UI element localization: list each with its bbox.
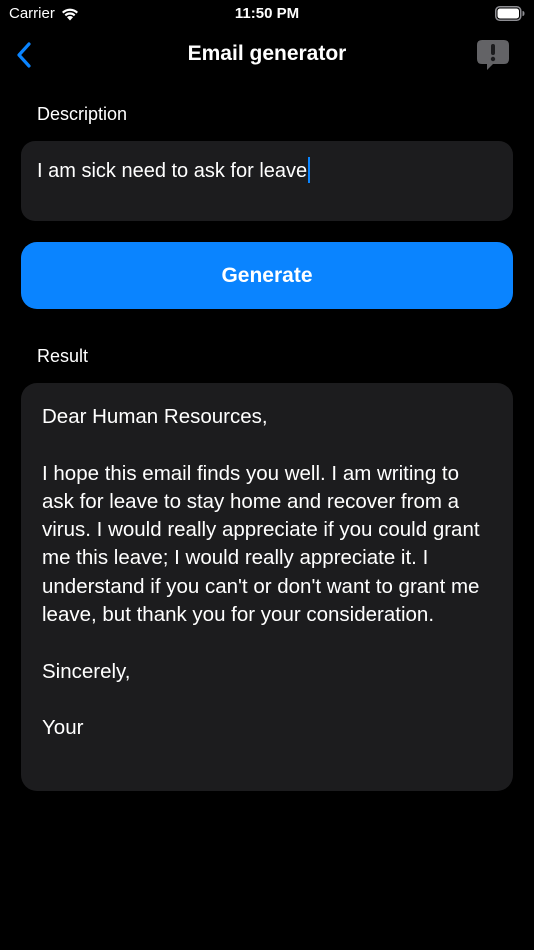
status-bar: Carrier 11:50 PM (0, 0, 534, 30)
result-text: Dear Human Resources, I hope this email … (42, 405, 480, 740)
clock: 11:50 PM (234, 5, 300, 22)
description-input[interactable]: I am sick need to ask for leave (21, 141, 513, 221)
result-text-area[interactable]: Dear Human Resources, I hope this email … (21, 383, 513, 791)
generate-button[interactable]: Generate (21, 242, 513, 309)
text-cursor (308, 157, 311, 183)
result-label: Result (37, 346, 89, 366)
navigation-bar: Email generator (0, 30, 534, 80)
feedback-bubble-icon[interactable] (476, 39, 510, 71)
battery-icon (495, 6, 525, 21)
description-input-value: I am sick need to ask for leave (37, 160, 308, 182)
description-label: Description (37, 104, 128, 124)
page-title: Email generator (187, 42, 347, 65)
